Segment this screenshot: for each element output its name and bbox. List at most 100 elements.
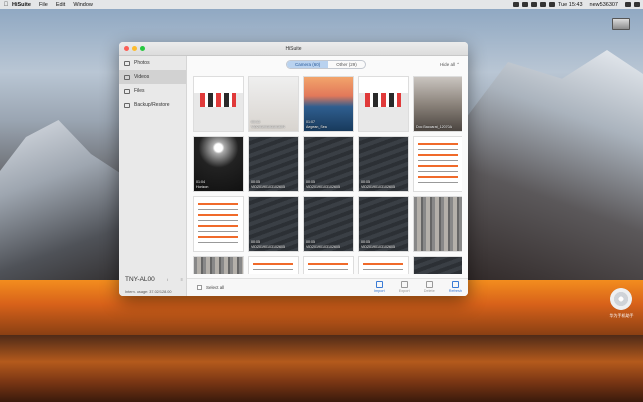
- zoom-button[interactable]: [140, 46, 145, 51]
- apple-menu-icon[interactable]: : [0, 2, 12, 8]
- video-thumbnail[interactable]: 00:05 VID20190103102605: [303, 136, 354, 192]
- thumbnail-filename: VID20190103102605: [361, 244, 395, 249]
- sidebar: Photos Videos Files Backup/Restore TNY-A…: [119, 56, 187, 296]
- video-thumbnail[interactable]: 00:05 VID20190103102605: [303, 196, 354, 252]
- video-thumbnail[interactable]: 01:07 Aegean_Sea: [303, 76, 354, 132]
- trash-icon: [425, 281, 433, 288]
- delete-label: Delete: [423, 289, 435, 293]
- menu-file[interactable]: File: [39, 2, 48, 8]
- main-panel: Camera (60) Other (29) Hide all ⌃ 00:13 V…: [187, 56, 468, 296]
- window-titlebar[interactable]: HiSuite: [119, 42, 468, 56]
- video-thumbnail[interactable]: [193, 76, 244, 132]
- thumbnail-caption: 00:05 VID20190103102605: [306, 240, 340, 249]
- select-all-label[interactable]: Select all: [206, 285, 224, 290]
- menubar-clock[interactable]: Tue 15:43: [558, 2, 583, 8]
- device-selector[interactable]: TNY-AL00 i ≡: [125, 276, 183, 283]
- thumbnail-filename: VID20190103102605: [251, 184, 285, 189]
- notification-center-icon[interactable]: [634, 2, 640, 7]
- spotlight-icon[interactable]: [625, 2, 631, 7]
- source-tabs: Camera (60) Other (29): [286, 60, 366, 69]
- video-thumbnail[interactable]: [358, 256, 409, 274]
- video-thumbnail[interactable]: [413, 136, 462, 192]
- wallpaper-mountain-left: [0, 120, 130, 290]
- export-icon: [400, 281, 408, 288]
- sidebar-item-backup-restore[interactable]: Backup/Restore: [119, 98, 186, 112]
- storage-value: 37.02/128.00: [149, 290, 172, 294]
- status-icon-3[interactable]: [530, 2, 537, 7]
- video-thumbnail[interactable]: [303, 256, 354, 274]
- wifi-icon[interactable]: [539, 2, 546, 7]
- hide-all-toggle[interactable]: Hide all ⌃: [440, 62, 460, 68]
- app-menu[interactable]: HiSuite: [12, 2, 31, 8]
- window-title: HiSuite: [285, 45, 302, 52]
- video-thumbnail[interactable]: [358, 76, 409, 132]
- bottom-toolbar: Select all Import Export Delete Refresh: [187, 278, 468, 296]
- thumbnail-filename: Doc Baccarat_12070A: [416, 124, 452, 129]
- wallpaper-mountain-right: [463, 50, 643, 290]
- sidebar-item-label: Files: [134, 88, 145, 94]
- minimize-button[interactable]: [132, 46, 137, 51]
- device-name: TNY-AL00: [125, 276, 155, 283]
- backup-icon: [124, 102, 130, 108]
- sidebar-item-videos[interactable]: Videos: [119, 70, 186, 84]
- thumbnail-filename: VID20190103102605: [251, 244, 285, 249]
- thumbnail-filename: VID20190103102605: [361, 184, 395, 189]
- export-label: Export: [398, 289, 410, 293]
- thumbnail-filename: Aegean_Sea: [306, 124, 327, 129]
- folder-icon: [124, 88, 130, 94]
- video-grid: 00:13 VID20190103101604 01:07 Aegean_Sea Doc…: [193, 76, 462, 274]
- video-thumbnail[interactable]: [248, 256, 299, 274]
- sidebar-item-label: Backup/Restore: [134, 102, 170, 108]
- status-icon-2[interactable]: [521, 2, 528, 7]
- menubar-user[interactable]: new536307: [590, 2, 618, 8]
- thumbnail-caption: 01:07 Aegean_Sea: [306, 120, 327, 129]
- menu-bar:  HiSuite File Edit Window Tue 15:43 new…: [0, 0, 643, 9]
- video-thumbnail[interactable]: [413, 256, 462, 274]
- video-thumbnail[interactable]: 00:05 VID20190103102605: [358, 136, 409, 192]
- video-thumbnail[interactable]: [193, 256, 244, 274]
- hide-all-label: Hide all: [439, 62, 455, 67]
- menu-window[interactable]: Window: [73, 2, 93, 8]
- video-thumbnail[interactable]: 01:04 Horizon: [193, 136, 244, 192]
- thumbnail-filename: VID20190103102605: [306, 244, 340, 249]
- video-thumbnail[interactable]: 00:05 VID20190103102605: [248, 196, 299, 252]
- import-button[interactable]: Import: [374, 281, 385, 293]
- status-icon-1[interactable]: [512, 2, 519, 7]
- video-thumbnail[interactable]: [193, 196, 244, 252]
- video-thumbnail[interactable]: [413, 196, 462, 252]
- chevron-up-icon: ⌃: [456, 62, 460, 67]
- cd-label: 华为手机助手: [609, 313, 634, 318]
- storage-label: Intern. usage:: [125, 290, 149, 294]
- import-icon: [375, 281, 383, 288]
- delete-button[interactable]: Delete: [424, 281, 435, 293]
- device-info-icon[interactable]: i: [167, 277, 168, 282]
- thumbnail-filename: VID20190103101604: [251, 124, 285, 129]
- storage-usage: Intern. usage: 37.02/128.00: [125, 290, 183, 294]
- device-menu-icon[interactable]: ≡: [181, 277, 183, 282]
- sidebar-item-label: Photos: [134, 60, 150, 66]
- battery-icon[interactable]: [548, 2, 555, 7]
- video-thumbnail[interactable]: 00:13 VID20190103101604: [248, 76, 299, 132]
- thumbnail-filename: VID20190103102605: [306, 184, 340, 189]
- refresh-button[interactable]: Refresh: [449, 281, 462, 293]
- refresh-label: Refresh: [448, 289, 462, 293]
- select-all-checkbox[interactable]: [197, 285, 202, 290]
- menu-edit[interactable]: Edit: [56, 2, 65, 8]
- video-thumbnail[interactable]: 00:05 VID20190103102605: [358, 196, 409, 252]
- tab-camera[interactable]: Camera (60): [287, 61, 329, 68]
- close-button[interactable]: [124, 46, 129, 51]
- sidebar-item-photos[interactable]: Photos: [119, 56, 186, 70]
- thumbnail-caption: Doc Baccarat_12070A: [416, 125, 452, 130]
- thumbnail-caption: 00:05 VID20190103102605: [361, 240, 395, 249]
- thumbnail-caption: 00:05 VID20190103102605: [361, 180, 395, 189]
- video-thumbnail[interactable]: Doc Baccarat_12070A: [413, 76, 462, 132]
- window-controls: [124, 46, 145, 51]
- hisuite-window: HiSuite Photos Videos Files Backup/Resto…: [119, 42, 468, 296]
- video-thumbnail[interactable]: 00:05 VID20190103102605: [248, 136, 299, 192]
- sidebar-item-files[interactable]: Files: [119, 84, 186, 98]
- tab-other[interactable]: Other (29): [328, 61, 365, 68]
- import-label: Import: [373, 289, 385, 293]
- cd-icon[interactable]: [610, 288, 632, 310]
- export-button[interactable]: Export: [399, 281, 410, 293]
- disk-icon[interactable]: [612, 18, 630, 30]
